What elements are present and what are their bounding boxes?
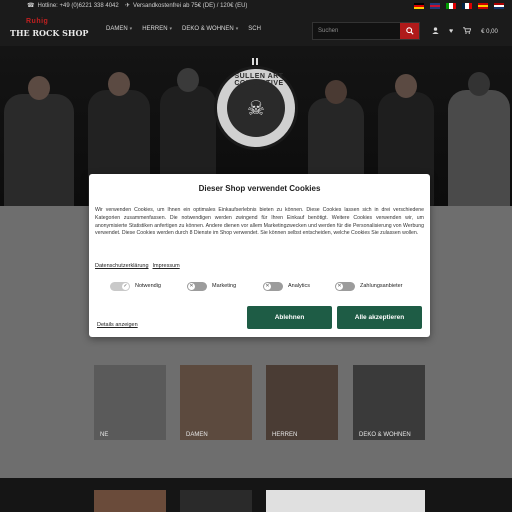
- toggle-switch[interactable]: ✕: [335, 281, 355, 291]
- hotline[interactable]: ☎ Hotline: +49 (0)6221 338 4042: [27, 2, 119, 10]
- imprint-link[interactable]: Impressum: [153, 263, 180, 269]
- skull-icon: ☠: [227, 79, 285, 137]
- header-actions: ♥ € 0,00: [432, 27, 498, 36]
- flag-uk-icon[interactable]: [430, 3, 440, 9]
- toggle-switch[interactable]: ✕: [263, 281, 283, 291]
- menu-item-herren[interactable]: HERREN ▾: [142, 26, 172, 32]
- dialog-title: Dieser Shop verwendet Cookies: [198, 184, 321, 193]
- chevron-down-icon: ▾: [129, 26, 133, 32]
- main-header: Ruhig THE ROCK SHOP DAMEN ▾ HERREN ▾ DEKO …: [0, 12, 512, 46]
- category-label: NE: [100, 432, 109, 438]
- hotline-text: Hotline: +49 (0)6221 338 4042: [37, 2, 119, 9]
- dialog-body: Wir verwenden Cookies, um Ihnen ein opti…: [95, 207, 424, 237]
- brand-badge: SULLEN ART COLLECTIVE ☠: [214, 66, 298, 150]
- menu-item-more[interactable]: SCH: [248, 26, 261, 32]
- flag-it-icon[interactable]: [446, 3, 456, 9]
- details-link[interactable]: Details anzeigen: [97, 322, 138, 328]
- bottom-section: [0, 478, 512, 512]
- search-icon: [405, 27, 414, 35]
- category-tile[interactable]: NE: [94, 365, 166, 440]
- category-tile[interactable]: HERREN: [266, 365, 338, 440]
- category-label: DAMEN: [186, 432, 208, 438]
- toggle-necessary[interactable]: ✓ Notwendig: [110, 281, 161, 291]
- reject-button[interactable]: Ablehnen: [247, 306, 332, 329]
- search-input[interactable]: Suchen: [318, 28, 338, 34]
- shipping-text: Versandkostenfrei ab 75€ (DE) / 120€ (EU…: [133, 2, 248, 9]
- cookie-consent-dialog: Dieser Shop verwendet Cookies Wir verwen…: [89, 174, 430, 337]
- top-info-bar: ☎ Hotline: +49 (0)6221 338 4042 ✈ Versan…: [0, 0, 512, 12]
- teaser-image[interactable]: [266, 490, 425, 512]
- pause-icon[interactable]: [252, 58, 260, 66]
- search-box: Suchen: [312, 22, 420, 40]
- user-icon[interactable]: [432, 27, 439, 36]
- category-label: HERREN: [272, 432, 298, 438]
- category-tile[interactable]: DEKO & WOHNEN: [353, 365, 425, 440]
- language-selector: [414, 3, 504, 9]
- chevron-down-icon: ▾: [169, 26, 173, 32]
- chevron-down-icon: ▾: [235, 26, 239, 32]
- legal-links: Datenschutzerklärung Impressum: [95, 263, 180, 269]
- flag-fr-icon[interactable]: [462, 3, 472, 9]
- toggle-marketing[interactable]: ✕ Marketing: [187, 281, 236, 291]
- model-figure: [448, 72, 510, 206]
- cart-icon[interactable]: [463, 27, 472, 36]
- model-figure: [4, 76, 74, 206]
- toggle-switch[interactable]: ✓: [110, 281, 130, 291]
- shipping-info: ✈ Versandkostenfrei ab 75€ (DE) / 120€ (…: [125, 2, 248, 10]
- toggle-switch[interactable]: ✕: [187, 281, 207, 291]
- main-menu: DAMEN ▾ HERREN ▾ DEKO & WOHNEN ▾ SCH: [106, 26, 261, 32]
- privacy-link[interactable]: Datenschutzerklärung: [95, 263, 149, 269]
- flag-de-icon[interactable]: [414, 3, 424, 9]
- search-button[interactable]: [400, 23, 419, 39]
- accept-all-button[interactable]: Alle akzeptieren: [337, 306, 422, 329]
- menu-item-damen[interactable]: DAMEN ▾: [106, 26, 132, 32]
- heart-icon[interactable]: ♥: [449, 28, 453, 35]
- category-label: DEKO & WOHNEN: [359, 432, 411, 438]
- category-tile[interactable]: DAMEN: [180, 365, 252, 440]
- toggle-payment[interactable]: ✕ Zahlungsanbieter: [335, 281, 403, 291]
- cart-total[interactable]: € 0,00: [481, 29, 498, 35]
- phone-icon: ☎: [27, 3, 35, 9]
- toggle-analytics[interactable]: ✕ Analytics: [263, 281, 310, 291]
- shop-logo[interactable]: Ruhig THE ROCK SHOP: [8, 18, 88, 44]
- badge-text: SULLEN ART COLLECTIVE: [234, 73, 284, 87]
- logo-tagline: Ruhig: [26, 18, 49, 25]
- logo-text: THE ROCK SHOP: [10, 28, 89, 38]
- flag-es-icon[interactable]: [478, 3, 488, 9]
- teaser-image[interactable]: [180, 490, 252, 512]
- teaser-image[interactable]: [94, 490, 166, 512]
- flag-nl-icon[interactable]: [494, 3, 504, 9]
- truck-icon: ✈: [125, 3, 131, 9]
- cookie-toggles: ✓ Notwendig ✕ Marketing ✕ Analytics ✕ Za…: [105, 280, 414, 292]
- menu-item-deko[interactable]: DEKO & WOHNEN ▾: [182, 26, 238, 32]
